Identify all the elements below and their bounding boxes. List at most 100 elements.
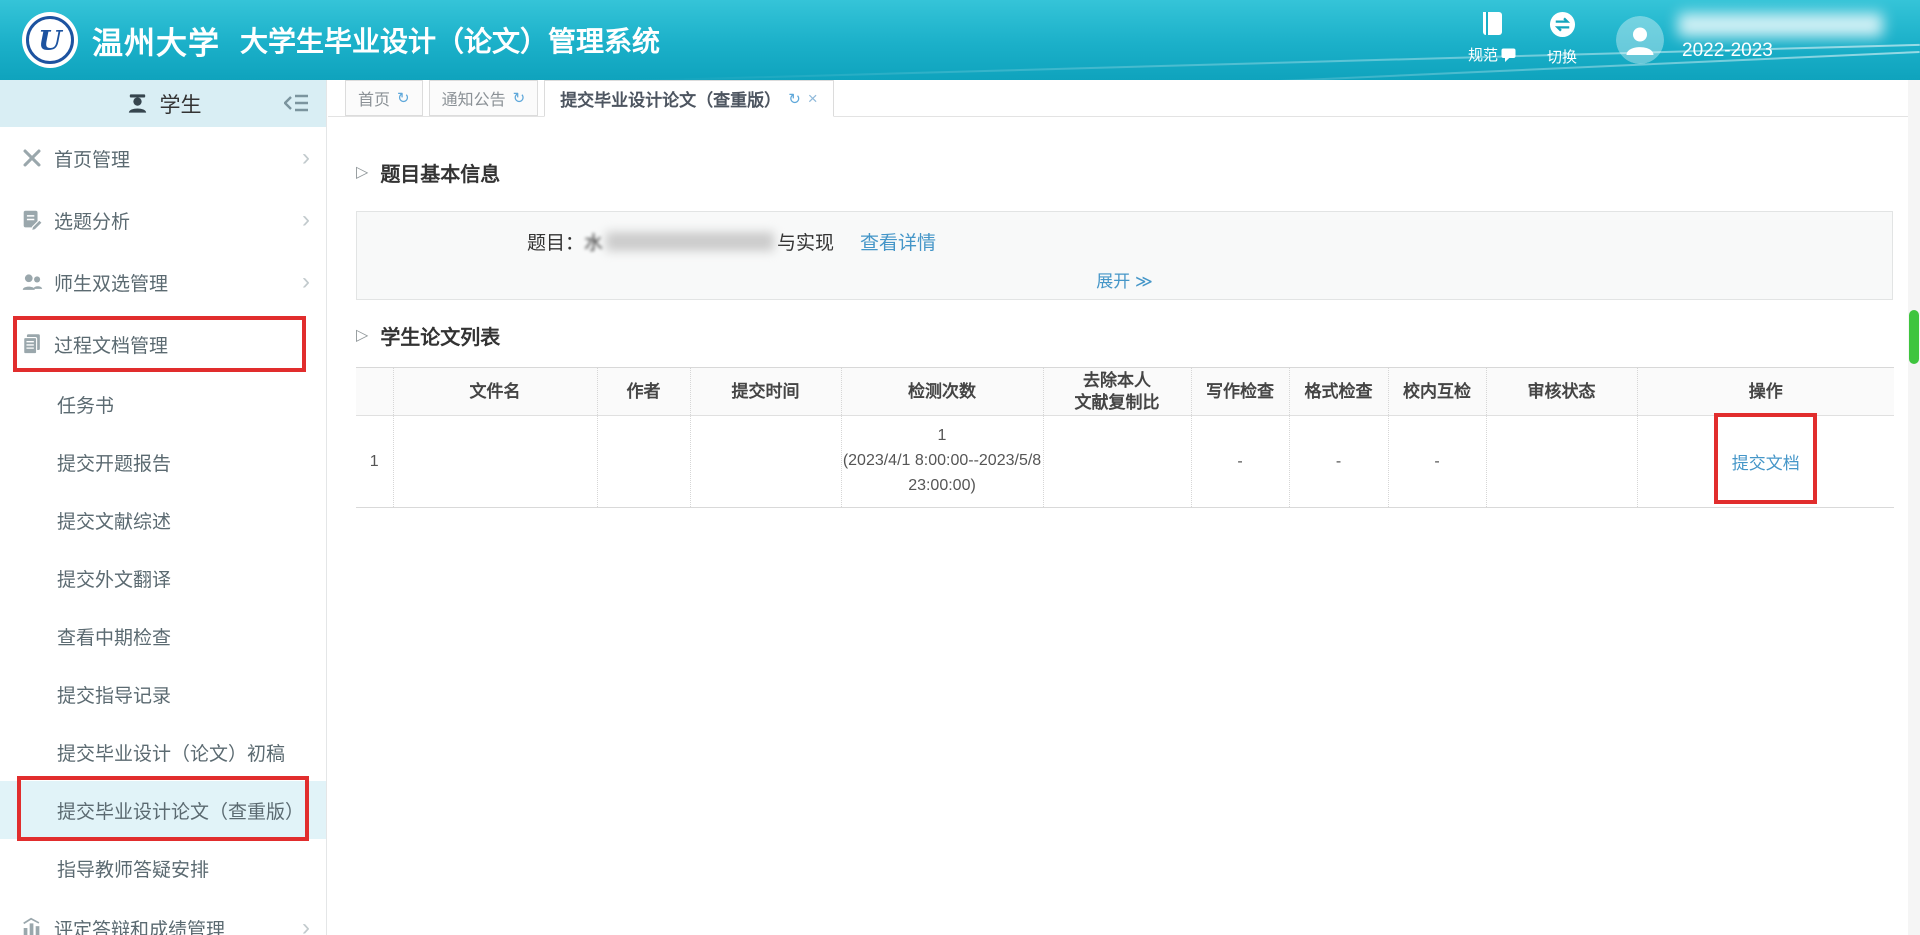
expand-link[interactable]: 展开 ≫ — [1096, 272, 1153, 291]
standards-button[interactable]: 规范 — [1462, 11, 1522, 65]
close-icon[interactable]: × — [808, 89, 818, 109]
sidebar-role-header: 学生 — [0, 80, 326, 127]
sidebar-item-process-documents[interactable]: 过程文档管理 — [0, 313, 326, 375]
topic-label: 题目： — [527, 228, 584, 255]
col-filename: 文件名 — [393, 368, 597, 416]
sidebar-item-label: 首页管理 — [54, 145, 130, 172]
topic-info-panel: 题目： 水 与实现 查看详情 展开 ≫ — [356, 211, 1893, 300]
tab-label: 提交毕业设计论文（查重版） — [560, 86, 781, 111]
sidebar-collapse-button[interactable] — [284, 93, 310, 113]
view-details-link[interactable]: 查看详情 — [860, 228, 936, 255]
col-action: 操作 — [1637, 368, 1894, 416]
sidebar-item-mutual-selection[interactable]: 师生双选管理 › — [0, 251, 326, 313]
main-panel: ▷ 题目基本信息 题目： 水 与实现 查看详情 展开 ≫ ▷ 学生论文列表 — [328, 157, 1920, 508]
app-header: U 温州大学 大学生毕业设计（论文）管理系统 规范 切换 2022-2023 — [0, 0, 1920, 80]
chevron-right-icon: › — [302, 916, 310, 935]
chevron-right-icon: › — [302, 208, 310, 232]
list-section-header: ▷ 学生论文列表 — [356, 320, 1893, 350]
system-title: 大学生毕业设计（论文）管理系统 — [240, 20, 660, 60]
tab-bar: 首页 ↻ 通知公告 ↻ 提交毕业设计论文（查重版） ↻ × — [328, 80, 1920, 117]
collapse-triangle-icon[interactable]: ▷ — [356, 325, 368, 345]
sidebar-item-label: 提交毕业设计论文（查重版） — [57, 797, 304, 824]
switch-button[interactable]: 切换 — [1532, 11, 1592, 67]
cell-detect-count: 1 (2023/4/1 8:00:00--2023/5/8 23:00:00) — [841, 416, 1043, 508]
tab-notices[interactable]: 通知公告 ↻ — [429, 80, 539, 116]
svg-text:U: U — [38, 26, 63, 57]
sidebar-item-topic-analysis[interactable]: 选题分析 › — [0, 189, 326, 251]
chevron-right-icon: › — [302, 146, 310, 170]
sidebar-item-label: 提交毕业设计（论文）初稿 — [57, 739, 285, 766]
sidebar-item-homepage-management[interactable]: 首页管理 › — [0, 127, 326, 189]
col-submit-time: 提交时间 — [690, 368, 841, 416]
people-icon — [20, 270, 44, 294]
col-dedup-ratio: 去除本人 文献复制比 — [1043, 368, 1191, 416]
tab-thesis-plagiarism-version[interactable]: 提交毕业设计论文（查重版） ↻ × — [544, 80, 834, 117]
col-author: 作者 — [597, 368, 690, 416]
chevron-right-icon: › — [302, 270, 310, 294]
section-title: 题目基本信息 — [380, 158, 500, 187]
sidebar-item-label: 指导教师答疑安排 — [57, 855, 209, 882]
cell-writing-check: - — [1191, 416, 1289, 508]
cell-internal-check: - — [1388, 416, 1486, 508]
sidebar-item-midterm-check[interactable]: 查看中期检查 — [0, 607, 326, 665]
col-internal-check: 校内互检 — [1388, 368, 1486, 416]
sidebar-item-label: 选题分析 — [54, 207, 130, 234]
sidebar-item-label: 过程文档管理 — [54, 331, 168, 358]
submit-document-link[interactable]: 提交文档 — [1732, 454, 1800, 473]
sidebar-item-literature-review[interactable]: 提交文献综述 — [0, 491, 326, 549]
book-icon — [1479, 11, 1506, 36]
topic-title-redacted — [606, 232, 774, 251]
header-titles: 温州大学 大学生毕业设计（论文）管理系统 — [92, 0, 660, 80]
scrollbar-thumb[interactable] — [1909, 310, 1919, 364]
col-detect-count: 检测次数 — [841, 368, 1043, 416]
cell-dedup-ratio — [1043, 416, 1191, 508]
tab-home[interactable]: 首页 ↻ — [345, 80, 423, 116]
student-icon — [125, 91, 150, 116]
sidebar-item-label: 提交外文翻译 — [57, 565, 171, 592]
sidebar-item-foreign-translation[interactable]: 提交外文翻译 — [0, 549, 326, 607]
cell-review-status — [1486, 416, 1637, 508]
sidebar-item-thesis-plagiarism-version[interactable]: 提交毕业设计论文（查重版） — [0, 781, 326, 839]
expand-row: 展开 ≫ — [357, 267, 1892, 292]
cell-index: 1 — [356, 416, 393, 508]
academic-year: 2022-2023 — [1682, 40, 1773, 62]
cell-submit-time — [690, 416, 841, 508]
sidebar-item-guidance-records[interactable]: 提交指导记录 — [0, 665, 326, 723]
table-header-row: 文件名 作者 提交时间 检测次数 去除本人 文献复制比 写作检查 格式检查 校内… — [356, 368, 1894, 416]
sidebar-item-qa-schedule[interactable]: 指导教师答疑安排 — [0, 839, 326, 897]
sidebar-item-opening-report[interactable]: 提交开题报告 — [0, 433, 326, 491]
sidebar-item-label: 师生双选管理 — [54, 269, 168, 296]
sidebar-role-label: 学生 — [160, 89, 202, 119]
sidebar-item-label: 提交文献综述 — [57, 507, 171, 534]
doc-edit-icon — [20, 208, 44, 232]
cell-filename — [393, 416, 597, 508]
thesis-table: 文件名 作者 提交时间 检测次数 去除本人 文献复制比 写作检查 格式检查 校内… — [356, 367, 1894, 508]
col-writing-check: 写作检查 — [1191, 368, 1289, 416]
refresh-icon[interactable]: ↻ — [788, 90, 801, 108]
cell-format-check: - — [1289, 416, 1388, 508]
col-index — [356, 368, 393, 416]
topic-section-header: ▷ 题目基本信息 — [356, 157, 1893, 187]
sidebar-item-defense-grades[interactable]: 评定答辩和成绩管理 › — [0, 897, 326, 935]
documents-icon — [20, 332, 44, 356]
table-row: 1 1 (2023/4/1 8:00:00--2023/5/8 23:00:00… — [356, 416, 1894, 508]
topic-fragment: 水 — [584, 228, 603, 255]
topic-line: 题目： 水 与实现 查看详情 — [527, 228, 1892, 255]
sidebar-item-task-book[interactable]: 任务书 — [0, 375, 326, 433]
tab-label: 首页 — [358, 86, 390, 110]
sidebar-item-label: 查看中期检查 — [57, 623, 171, 650]
sidebar: 学生 首页管理 › 选题分析 › — [0, 80, 327, 935]
university-name: 温州大学 — [92, 18, 220, 63]
scrollbar-track[interactable] — [1908, 80, 1920, 935]
section-title: 学生论文列表 — [380, 321, 500, 350]
switch-icon — [1549, 11, 1576, 38]
refresh-icon[interactable]: ↻ — [397, 89, 410, 107]
collapse-triangle-icon[interactable]: ▷ — [356, 162, 368, 182]
sidebar-item-thesis-draft[interactable]: 提交毕业设计（论文）初稿 — [0, 723, 326, 781]
speech-bubble-icon — [1501, 48, 1516, 62]
user-avatar[interactable] — [1616, 16, 1664, 64]
chart-icon — [20, 916, 44, 935]
refresh-icon[interactable]: ↻ — [513, 89, 526, 107]
cell-author — [597, 416, 690, 508]
sidebar-item-label: 评定答辩和成绩管理 — [54, 915, 225, 935]
